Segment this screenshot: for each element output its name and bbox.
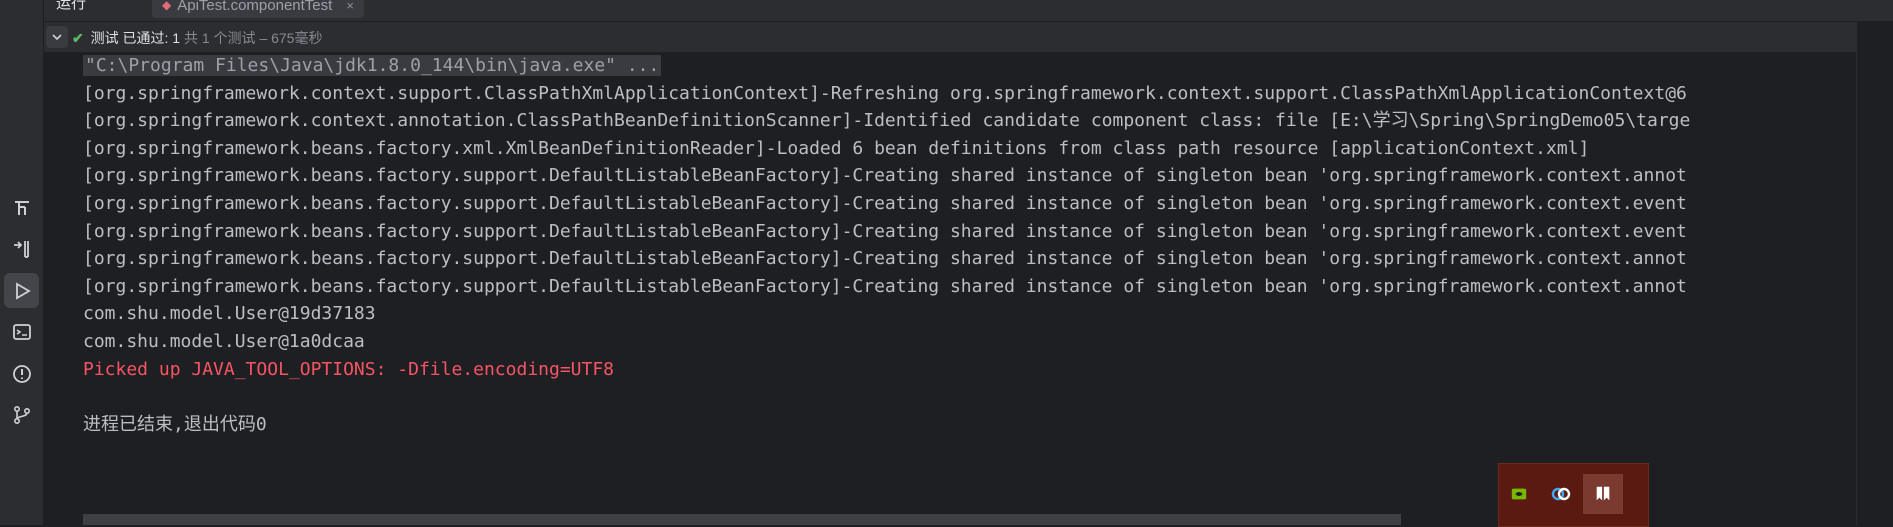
run-config-icon: ◆ (162, 0, 172, 12)
tab-label: ApiTest.componentTest (177, 0, 333, 14)
test-status: ✔ 测试 已通过: 1 共 1 个测试 – 675毫秒 (72, 28, 322, 48)
nvidia-icon[interactable] (1499, 474, 1539, 514)
console-line-text: Picked up JAVA_TOOL_OPTIONS: -Dfile.enco… (83, 358, 615, 380)
font-icon[interactable] (4, 190, 39, 225)
console-line-text: [org.springframework.beans.factory.suppo… (83, 248, 1687, 270)
right-tool-strip (1856, 22, 1893, 525)
console-line-text: [org.springframework.beans.factory.suppo… (83, 165, 1687, 187)
test-status-bar: ✔ 测试 已通过: 1 共 1 个测试 – 675毫秒 (44, 22, 1893, 52)
console-line: "C:\Program Files\Java\jdk1.8.0_144\bin\… (83, 52, 1690, 80)
console-line: com.shu.model.User@19d37183 (83, 300, 1690, 328)
horizontal-scrollbar[interactable] (83, 514, 1401, 525)
structure-icon[interactable] (4, 231, 39, 266)
console-line-text: [org.springframework.beans.factory.suppo… (83, 192, 1687, 214)
console-line: [org.springframework.context.annotation.… (83, 107, 1690, 135)
console-line: [org.springframework.beans.factory.suppo… (83, 218, 1690, 246)
system-tray-popup (1498, 463, 1649, 527)
problems-icon[interactable] (4, 356, 39, 391)
git-icon[interactable] (4, 397, 39, 432)
console-line: [org.springframework.context.support.Cla… (83, 80, 1690, 108)
console-line: 进程已结束,退出代码0 (83, 411, 1690, 439)
console-line-text: [org.springframework.context.annotation.… (83, 110, 1691, 132)
console-line: [org.springframework.beans.factory.suppo… (83, 162, 1690, 190)
console-line-text: [org.springframework.context.support.Cla… (83, 82, 1687, 104)
run-tool-window-title: 运行 (56, 0, 87, 12)
close-icon[interactable]: × (346, 0, 354, 13)
console-line-text: [org.springframework.beans.factory.suppo… (83, 220, 1687, 242)
console-line-text: com.shu.model.User@19d37183 (83, 303, 376, 325)
run-icon[interactable] (4, 273, 39, 308)
console-line: [org.springframework.beans.factory.suppo… (83, 190, 1690, 218)
console-line: Picked up JAVA_TOOL_OPTIONS: -Dfile.enco… (83, 356, 1690, 384)
test-details: 共 1 个测试 – 675毫秒 (183, 30, 323, 46)
console-line: [org.springframework.beans.factory.suppo… (83, 245, 1690, 273)
bookmark-app-icon[interactable] (1583, 474, 1623, 514)
terminal-icon[interactable] (4, 314, 39, 349)
check-icon: ✔ (72, 30, 84, 46)
console-line-text: [org.springframework.beans.factory.xml.X… (83, 137, 1590, 159)
run-tab-strip: 运行 ◆ ApiTest.componentTest × (44, 0, 1893, 22)
test-passed-label: 测试 已通过: 1 (90, 30, 181, 46)
chevron-down-icon[interactable] (46, 26, 68, 48)
console-line-text: [org.springframework.beans.factory.suppo… (83, 275, 1687, 297)
tab-apitest[interactable]: ◆ ApiTest.componentTest × (152, 0, 364, 18)
baidu-netdisk-icon[interactable] (1541, 474, 1581, 514)
console-line: [org.springframework.beans.factory.suppo… (83, 273, 1690, 301)
console-line-text: 进程已结束,退出代码0 (83, 413, 267, 435)
console-line-text: "C:\Program Files\Java\jdk1.8.0_144\bin\… (83, 55, 662, 76)
console-lines: "C:\Program Files\Java\jdk1.8.0_144\bin\… (83, 52, 1690, 438)
console-output[interactable]: "C:\Program Files\Java\jdk1.8.0_144\bin\… (44, 52, 1856, 525)
console-line-text: com.shu.model.User@1a0dcaa (83, 330, 365, 352)
left-tool-bar (0, 0, 44, 525)
console-line: com.shu.model.User@1a0dcaa (83, 328, 1690, 356)
console-line: [org.springframework.beans.factory.xml.X… (83, 135, 1690, 163)
